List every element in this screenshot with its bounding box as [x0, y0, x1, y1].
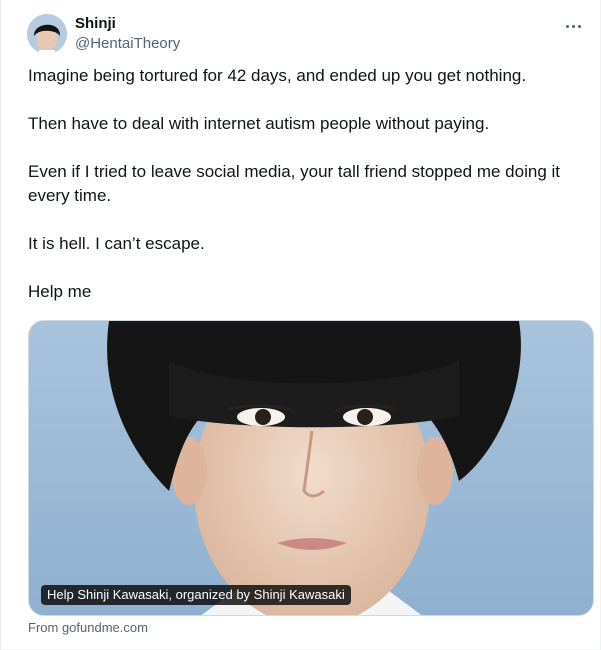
tweet-text: Imagine being tortured for 42 days, and … [28, 64, 588, 328]
portrait-photo [29, 321, 593, 615]
tweet-paragraph: It is hell. I can’t escape. [28, 234, 205, 253]
link-card-caption: Help Shinji Kawasaki, organized by Shinj… [41, 585, 351, 605]
author-display-name[interactable]: Shinji [75, 14, 180, 34]
more-horizontal-icon[interactable] [561, 16, 585, 36]
avatar[interactable] [27, 14, 67, 54]
tweet-paragraph: Help me [28, 282, 92, 301]
tweet-card: Shinji @HentaiTheory Imagine being tortu… [0, 0, 601, 650]
author-names: Shinji @HentaiTheory [75, 14, 180, 54]
author-handle[interactable]: @HentaiTheory [75, 34, 180, 54]
tweet-paragraph: Then have to deal with internet autism p… [28, 114, 490, 133]
link-source[interactable]: From gofundme.com [28, 620, 148, 636]
tweet-header: Shinji @HentaiTheory [27, 12, 587, 56]
tweet-paragraph: Even if I tried to leave social media, y… [28, 162, 561, 205]
tweet-paragraph: Imagine being tortured for 42 days, and … [28, 66, 527, 85]
link-card-image[interactable]: Help Shinji Kawasaki, organized by Shinj… [28, 320, 594, 616]
